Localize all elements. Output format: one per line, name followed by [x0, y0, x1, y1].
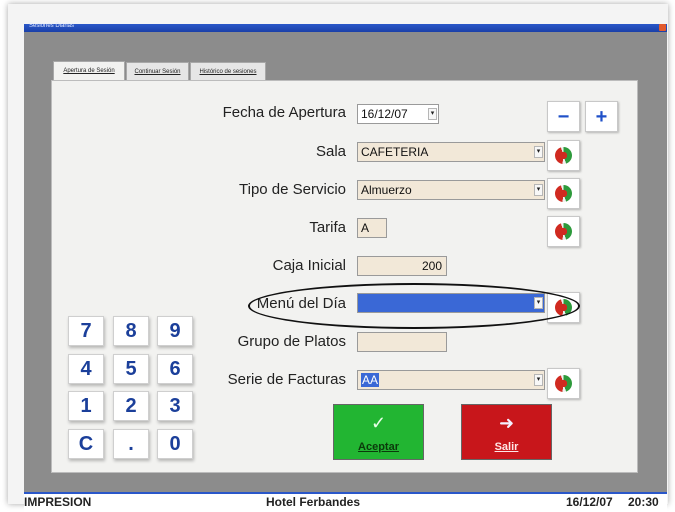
exit-door-icon: ➜: [498, 413, 515, 433]
grupo-platos-field[interactable]: [357, 332, 447, 352]
refresh-tipo-servicio-button[interactable]: [547, 178, 580, 209]
refresh-tarifa-button[interactable]: [547, 216, 580, 247]
keypad-key-4[interactable]: 4: [68, 354, 104, 384]
status-divider: [24, 492, 667, 494]
tipo-servicio-select[interactable]: Almuerzo ▾: [357, 180, 545, 200]
keypad-key-1[interactable]: 1: [68, 391, 104, 421]
minus-icon: −: [557, 106, 570, 128]
tipo-servicio-value: Almuerzo: [361, 183, 412, 197]
fecha-apertura-picker[interactable]: 16/12/07 ▾: [357, 104, 439, 124]
keypad-key-8[interactable]: 8: [113, 316, 149, 346]
highlight-oval: [248, 283, 580, 329]
keypad-key-decimal[interactable]: .: [113, 429, 149, 459]
serie-facturas-label: Serie de Facturas: [227, 371, 346, 388]
status-date: 16/12/07: [566, 495, 613, 509]
sala-select[interactable]: CAFETERIA ▾: [357, 142, 545, 162]
status-center: Hotel Ferbandes: [266, 495, 361, 509]
keypad-key-9[interactable]: 9: [157, 316, 193, 346]
keypad-key-clear[interactable]: C: [68, 429, 104, 459]
minus-button[interactable]: −: [547, 101, 580, 132]
keypad-key-7[interactable]: 7: [68, 316, 104, 346]
aceptar-label: Aceptar: [358, 441, 399, 453]
status-left: IMPRESION: [24, 495, 92, 509]
status-bar: IMPRESION Hotel Ferbandes 16/12/07 20:30: [24, 492, 667, 512]
refresh-icon: [555, 147, 572, 164]
keypad-key-3[interactable]: 3: [157, 391, 193, 421]
tab-apertura-sesion[interactable]: Apertura de Sesión: [53, 61, 125, 82]
fecha-apertura-value: 16/12/07: [361, 107, 408, 121]
dropdown-arrow-icon[interactable]: ▾: [534, 184, 543, 196]
refresh-icon: [555, 185, 572, 202]
sala-value: CAFETERIA: [361, 145, 429, 159]
window-title: Sesiones Diarias: [29, 23, 75, 29]
serie-facturas-value: AA: [361, 373, 380, 387]
refresh-sala-button[interactable]: [547, 140, 580, 171]
fecha-apertura-label: Fecha de Apertura: [222, 104, 346, 121]
tipo-servicio-label: Tipo de Servicio: [239, 181, 346, 198]
tab-continuar-sesion[interactable]: Continuar Sesión: [126, 62, 189, 81]
close-icon[interactable]: [659, 24, 666, 31]
plus-icon: +: [595, 106, 608, 128]
title-bar: Sesiones Diarias: [24, 23, 667, 32]
serie-facturas-select[interactable]: AA ▾: [357, 370, 545, 390]
refresh-icon: [555, 375, 572, 392]
tarifa-label: Tarifa: [309, 219, 346, 236]
keypad-key-5[interactable]: 5: [113, 354, 149, 384]
dropdown-arrow-icon[interactable]: ▾: [534, 374, 543, 386]
caja-inicial-label: Caja Inicial: [272, 257, 346, 274]
aceptar-button[interactable]: ✓ Aceptar: [333, 404, 424, 460]
caja-inicial-value: 200: [421, 259, 442, 273]
tarifa-value: A: [361, 221, 370, 235]
salir-button[interactable]: ➜ Salir: [461, 404, 552, 460]
dropdown-arrow-icon[interactable]: ▾: [534, 146, 543, 158]
sala-label: Sala: [315, 143, 346, 160]
dropdown-arrow-icon[interactable]: ▾: [428, 108, 437, 120]
plus-button[interactable]: +: [585, 101, 618, 132]
keypad-key-6[interactable]: 6: [157, 354, 193, 384]
tarifa-field[interactable]: A: [357, 218, 387, 238]
salir-label: Salir: [494, 441, 519, 453]
caja-inicial-field[interactable]: 200: [357, 256, 447, 276]
keypad-key-2[interactable]: 2: [113, 391, 149, 421]
refresh-icon: [555, 223, 572, 240]
status-time: 20:30: [628, 495, 659, 509]
grupo-platos-label: Grupo de Platos: [237, 333, 346, 350]
tab-historico-sesiones[interactable]: Histórico de sesiones: [190, 62, 266, 81]
keypad-key-0[interactable]: 0: [157, 429, 193, 459]
refresh-serie-facturas-button[interactable]: [547, 368, 580, 399]
checkmark-icon: ✓: [370, 413, 387, 433]
